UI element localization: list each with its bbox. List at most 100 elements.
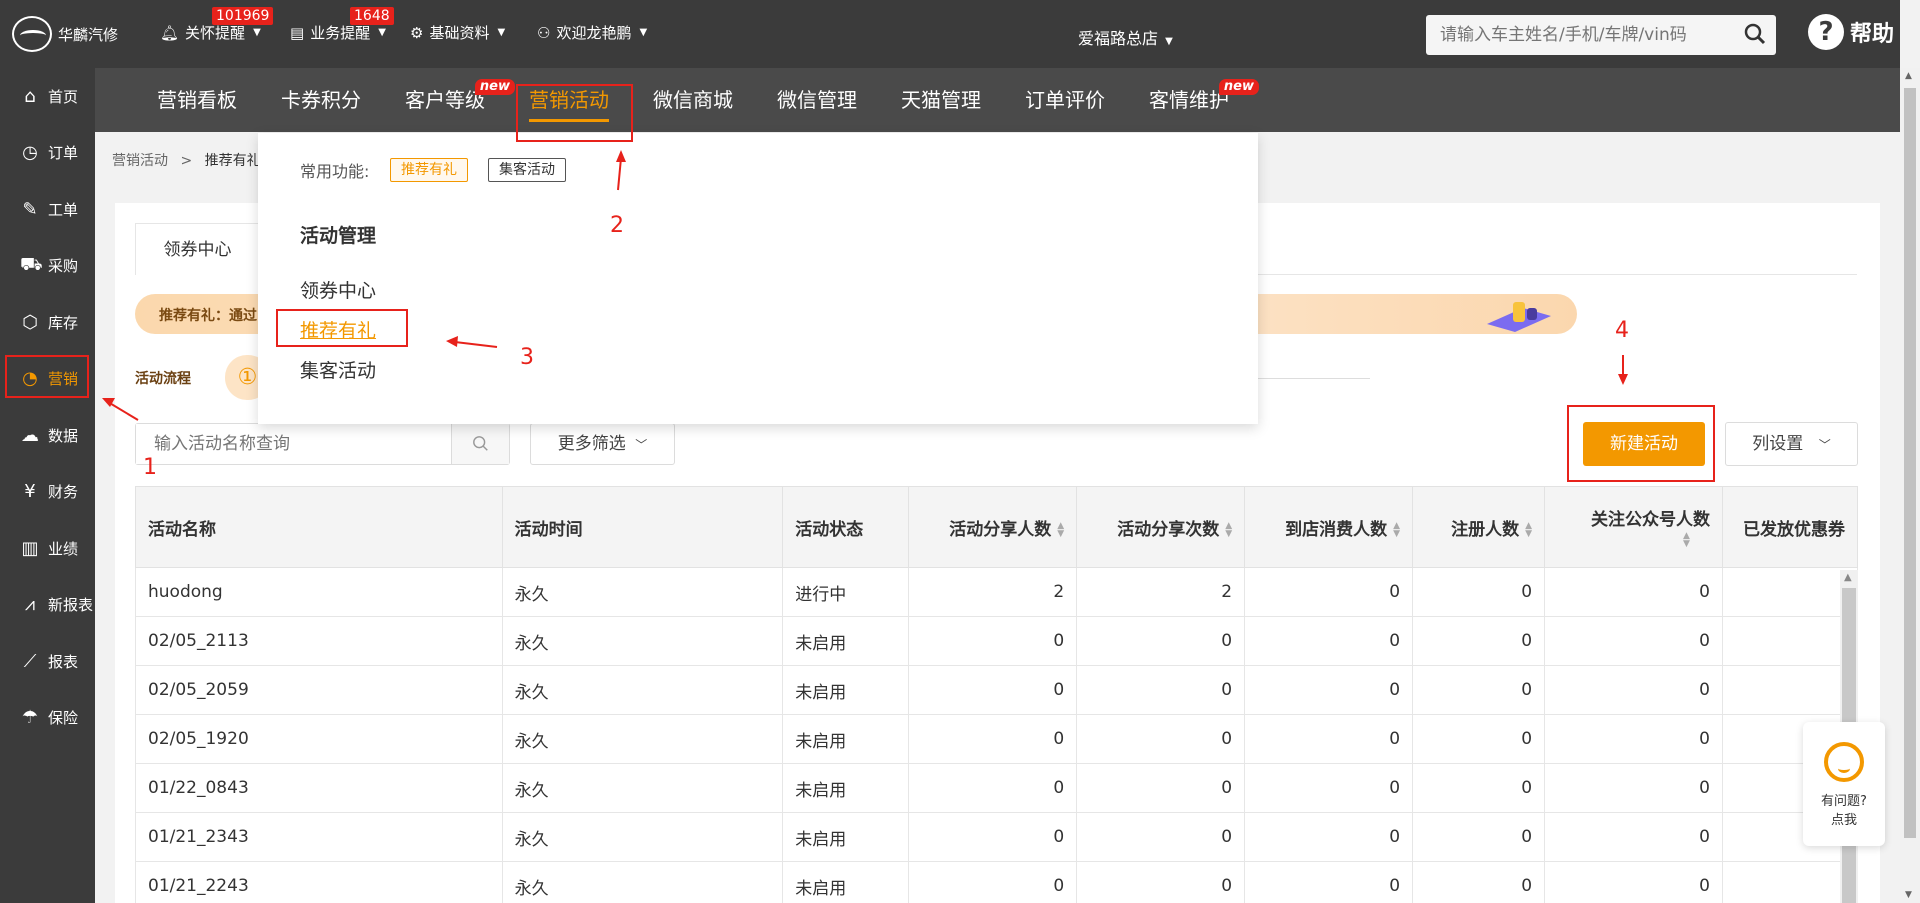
tab-label: 客情维护 [1149,88,1229,112]
box-icon: ⬡ [22,311,38,333]
tab-coupon-center[interactable]: 领券中心 [135,223,260,275]
table-cell: 0 [1412,616,1546,666]
sidebar-item-reports[interactable]: ⟋ 报表 [0,633,95,690]
col-header-registrations[interactable]: 注册人数 ▲ ▼ [1412,486,1546,568]
tab-marketing-board[interactable]: 营销看板 [157,68,237,132]
app-name: 华麟汽修 [58,25,119,44]
scroll-up-icon[interactable]: ▲ [1905,71,1912,81]
care-reminder-menu[interactable]: 🔔︎ 关怀提醒 ▼ 101969 [160,7,274,43]
table-cell: 0 [1076,861,1246,903]
table-cell [1721,665,1858,715]
user-icon: ⚇ [537,23,551,42]
scroll-up-icon[interactable]: ▲ [1844,572,1852,583]
tab-tmall-management[interactable]: 天猫管理 [901,68,981,132]
tab-label: 订单评价 [1025,88,1105,112]
tab-wechat-management[interactable]: 微信管理 [777,68,857,132]
tab-label: 客户等级 [405,88,485,112]
menu-item-coupon-center[interactable]: 领券中心 [300,276,376,303]
global-search-input[interactable] [1426,15,1726,55]
chip-referral-reward[interactable]: 推荐有礼 [390,158,468,182]
sidebar-label: 库存 [48,313,79,332]
header-label: 活动分享次数 [1117,519,1220,540]
tab-label: 卡券积分 [281,88,361,112]
more-filters-button[interactable]: 更多筛选 ﹀ [530,423,675,465]
help-button[interactable]: ? 帮助 [1808,14,1894,50]
user-menu[interactable]: ⚇ 欢迎龙艳鹏 ▼ [537,22,647,43]
chevron-down-icon: ▼ [497,27,506,38]
table-cell: 永久 [501,763,784,813]
sidebar-item-data[interactable]: ☁ 数据 [0,407,95,464]
header-label: 到店消费人数 [1285,519,1388,540]
table-row[interactable]: huodong 永久 进行中 2 2 0 0 0 [135,567,1858,617]
table-cell: 0 [1544,763,1723,813]
sidebar-label: 业绩 [48,539,79,558]
tab-wechat-mall[interactable]: 微信商城 [653,68,733,132]
sort-icon: ▲ ▼ [1057,520,1065,539]
annotation-number-2: 2 [610,213,624,238]
tab-label: 微信管理 [777,88,857,112]
sidebar-label: 新报表 [48,596,94,615]
table-cell: 0 [1412,861,1546,903]
table-cell: 02/05_1920 [135,714,503,764]
business-reminder-label: 业务提醒 [310,24,371,42]
tab-label: 营销看板 [157,88,237,112]
table-row[interactable]: 02/05_2113 永久 未启用 0 0 0 0 0 [135,616,1858,666]
store-selector[interactable]: 爱福路总店 ▼ [1078,25,1173,49]
banner-text: 推荐有礼：通过 [159,308,257,324]
tab-coupons-points[interactable]: 卡券积分 [281,68,361,132]
table-row[interactable]: 02/05_1920 永久 未启用 0 0 0 0 0 [135,714,1858,764]
scroll-down-icon[interactable]: ▼ [1905,890,1912,900]
column-settings-button[interactable]: 列设置 ﹀ [1725,422,1858,466]
tab-customer-level[interactable]: 客户等级 new [405,68,515,132]
sidebar-item-inventory[interactable]: ⬡ 库存 [0,294,95,351]
activity-search [135,423,510,465]
annotation-number-3: 3 [520,345,534,370]
activity-management-heading: 活动管理 [300,225,377,247]
table-cell: 永久 [501,616,784,666]
basic-data-menu[interactable]: ⚙ 基础资料 ▼ [410,22,505,43]
table-cell: 未启用 [782,665,910,715]
table-cell: 永久 [501,812,784,862]
sidebar-item-purchase[interactable]: ⛟ 采购 [0,238,95,295]
table-cell: 01/21_2243 [135,861,503,903]
sidebar-item-workorders[interactable]: ✎ 工单 [0,181,95,238]
activity-search-button[interactable] [451,424,509,464]
table-cell: 永久 [501,714,784,764]
col-header-store-visits[interactable]: 到店消费人数 ▲ ▼ [1244,486,1414,568]
service-line2: 点我 [1830,813,1857,828]
marketing-activities-dropdown: 常用功能: 推荐有礼 集客活动 活动管理 领券中心 推荐有礼 集客活动 [258,133,1258,424]
sidebar-item-home[interactable]: ⌂ 首页 [0,68,95,125]
breadcrumb: 营销活动 > 推荐有礼 [112,150,261,170]
app-logo[interactable]: 华麟汽修 [12,16,118,52]
table-cell: 0 [1244,665,1414,715]
table-row[interactable]: 02/05_2059 永久 未启用 0 0 0 0 0 [135,665,1858,715]
business-reminder-menu[interactable]: ▤ 业务提醒 ▼ 1648 [290,7,394,43]
table-cell: 0 [1244,763,1414,813]
sidebar-item-performance[interactable]: ▥ 业绩 [0,520,95,577]
sidebar-item-insurance[interactable]: ☂ 保险 [0,690,95,747]
sidebar-item-orders[interactable]: ◷ 订单 [0,125,95,182]
menu-item-customer-gathering[interactable]: 集客活动 [300,356,376,383]
table-row[interactable]: 01/22_0843 永久 未启用 0 0 0 0 0 [135,763,1858,813]
customer-service-widget[interactable]: 有问题? 点我 [1803,722,1885,846]
chip-customer-gathering[interactable]: 集客活动 [488,158,566,182]
header-label: 活动分享人数 [949,519,1052,540]
col-header-share-users[interactable]: 活动分享人数 ▲ ▼ [908,486,1078,568]
chevron-down-icon: ﹀ [635,438,648,452]
search-icon[interactable] [1744,23,1766,45]
col-header-share-count[interactable]: 活动分享次数 ▲ ▼ [1076,486,1246,568]
sidebar-item-new-reports[interactable]: ⩘ 新报表 [0,577,95,634]
page-scrollbar[interactable]: ▲ ▼ [1900,68,1920,903]
tab-customer-care[interactable]: 客情维护 new [1149,68,1259,132]
tab-order-reviews[interactable]: 订单评价 [1025,68,1105,132]
bar-chart-icon: ▥ [21,537,39,559]
sidebar-item-finance[interactable]: ¥ 财务 [0,464,95,521]
table-row[interactable]: 01/21_2243 永久 未启用 0 0 0 0 0 [135,861,1858,903]
table-cell: 0 [908,714,1078,764]
table-row[interactable]: 01/21_2343 永久 未启用 0 0 0 0 0 [135,812,1858,862]
activity-search-input[interactable] [136,424,451,464]
breadcrumb-parent[interactable]: 营销活动 [112,153,168,169]
tab-label: 微信商城 [653,88,733,112]
col-header-followers[interactable]: 关注公众号人数 ▲ ▼ [1544,486,1723,568]
scrollbar-thumb[interactable] [1904,88,1916,838]
